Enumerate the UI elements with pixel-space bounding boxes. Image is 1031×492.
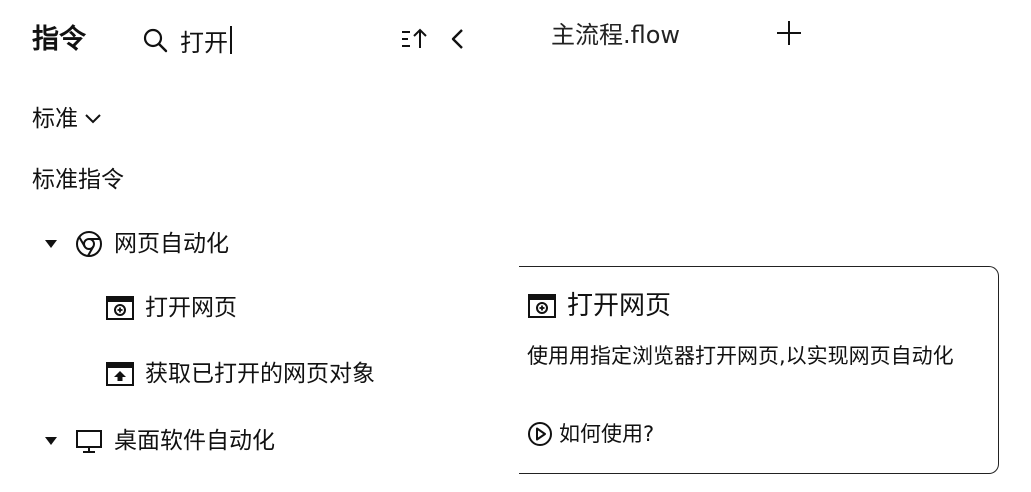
category-filter[interactable]: 标准 [32, 103, 102, 135]
tooltip-description: 使用用指定浏览器打开网页,以实现网页自动化 [527, 344, 954, 368]
caret-down-icon [45, 240, 57, 248]
how-to-use-link[interactable]: 如何使用? [527, 419, 654, 449]
filter-label: 标准 [32, 106, 78, 132]
text-cursor [230, 26, 232, 54]
caret-down-icon [45, 437, 57, 445]
tree-item-label: 打开网页 [145, 295, 237, 321]
tree-item-label: 获取已打开的网页对象 [145, 361, 375, 387]
sort-icon[interactable] [400, 26, 430, 52]
section-title: 标准指令 [32, 167, 124, 193]
chevron-left-icon[interactable] [447, 26, 469, 52]
search-icon [143, 28, 168, 53]
tooltip-header: 打开网页 [527, 289, 671, 323]
panel-title: 指令 [32, 24, 86, 55]
search-input[interactable] [180, 22, 380, 58]
browser-open-icon [528, 294, 556, 318]
tree-group-desktop-automation[interactable]: 桌面软件自动化 [42, 425, 275, 457]
plus-icon[interactable] [774, 18, 804, 48]
browser-upload-icon [106, 362, 134, 386]
tooltip-title: 打开网页 [567, 291, 672, 321]
tree-item-open-webpage[interactable]: 打开网页 [105, 292, 237, 324]
tree-group-web-automation[interactable]: 网页自动化 [42, 228, 229, 260]
tree-group-label: 桌面软件自动化 [114, 428, 275, 454]
play-circle-icon [528, 422, 552, 446]
monitor-icon [76, 430, 102, 453]
tree-item-get-open-webpage[interactable]: 获取已打开的网页对象 [105, 358, 375, 390]
command-tooltip: 打开网页 使用用指定浏览器打开网页,以实现网页自动化 如何使用? [519, 265, 999, 474]
how-to-use-label: 如何使用? [559, 422, 655, 446]
tab-main-flow[interactable]: 主流程.flow [551, 20, 680, 50]
chevron-down-icon [85, 114, 101, 124]
tree-group-label: 网页自动化 [114, 231, 229, 257]
chrome-icon [76, 231, 102, 257]
browser-open-icon [106, 296, 134, 320]
